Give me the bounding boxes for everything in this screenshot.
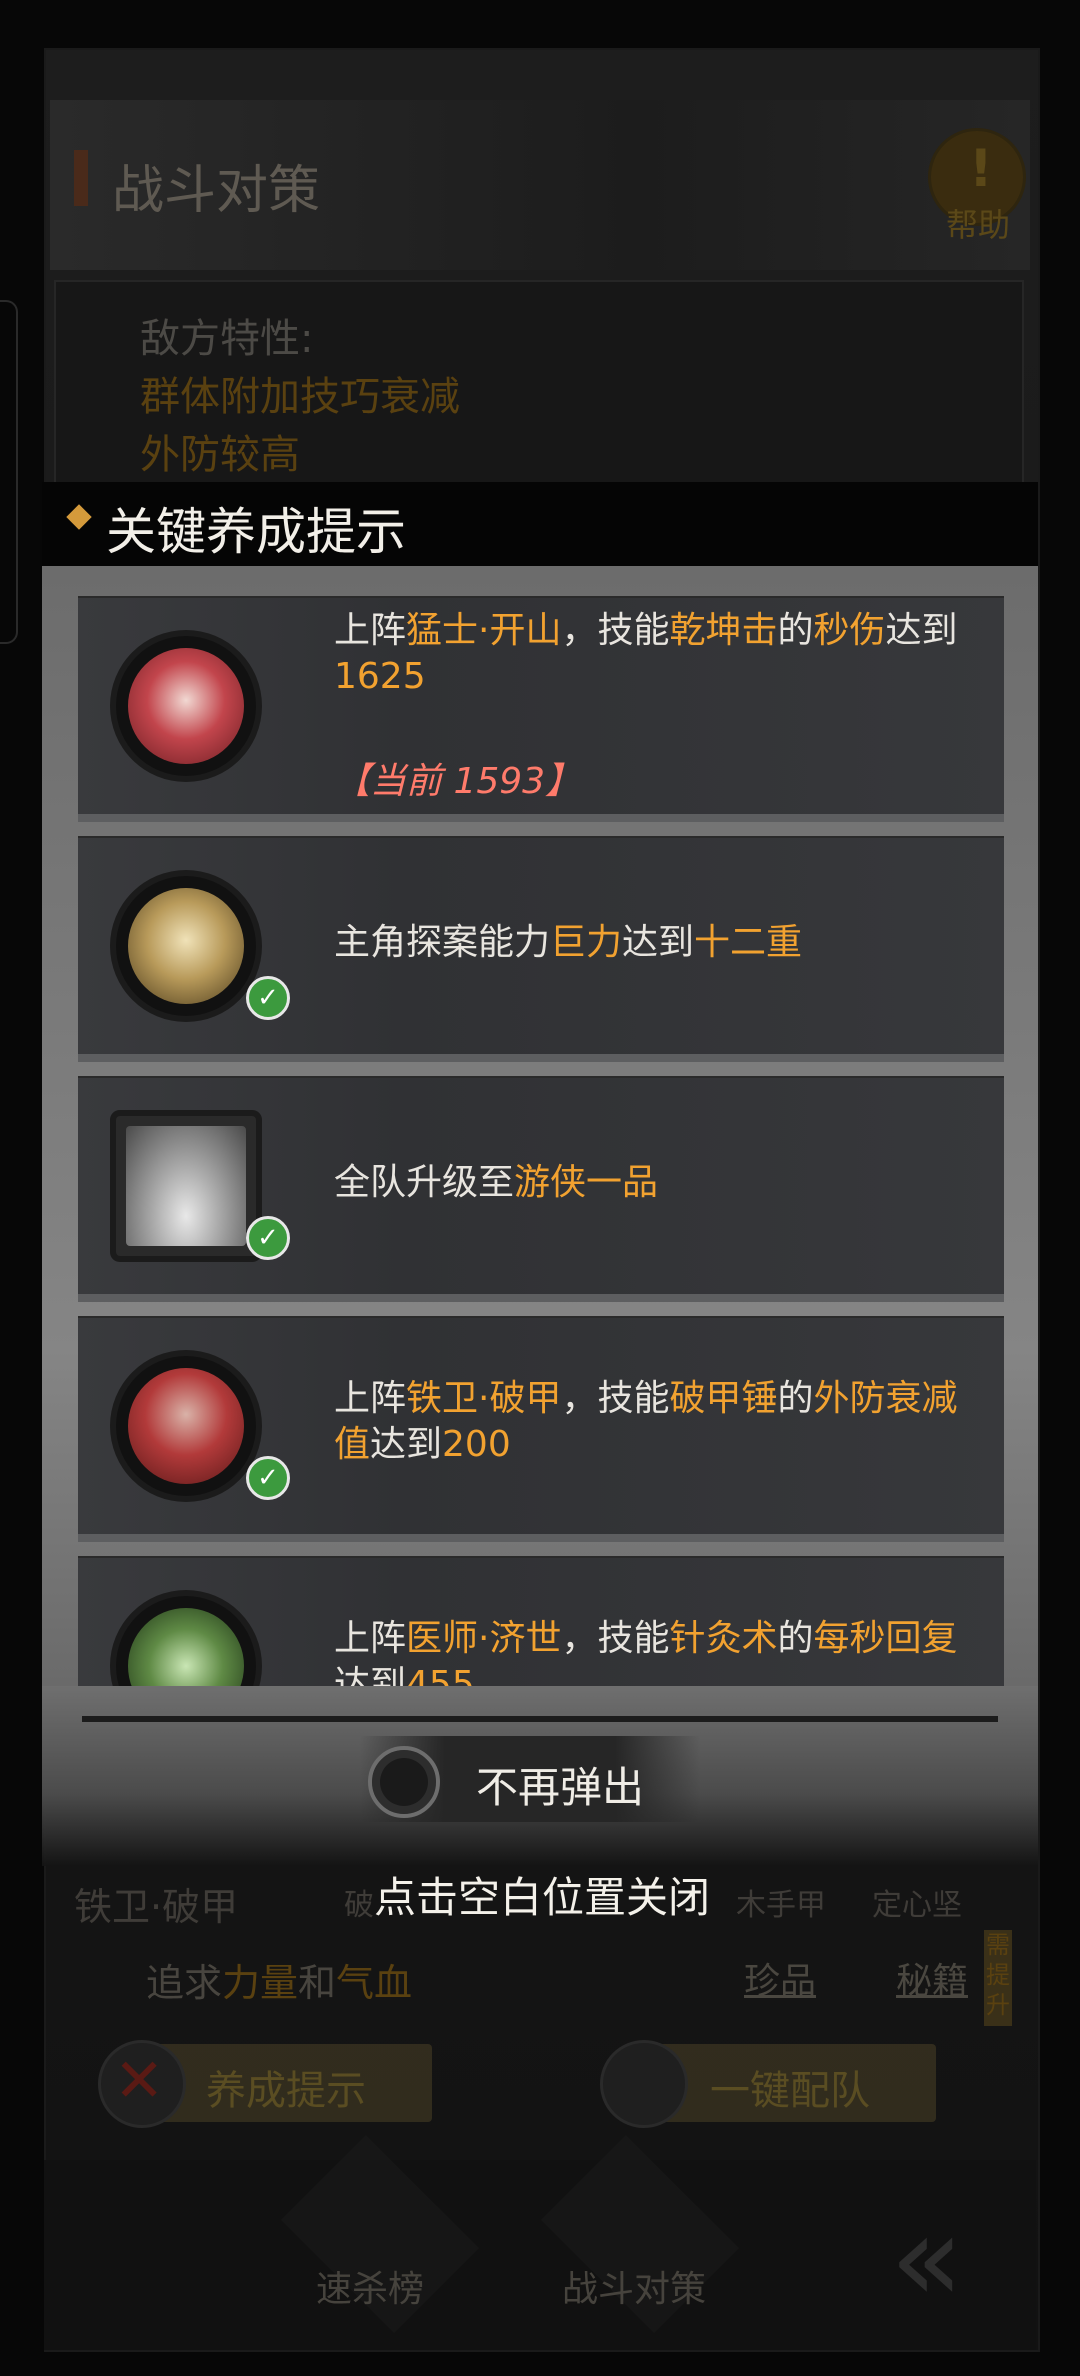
tip-highlight: 破甲锤 <box>669 1378 778 1419</box>
side-drawer-tab[interactable] <box>0 300 18 644</box>
tip-highlight: 十二重 <box>694 922 803 963</box>
check-icon: ✓ <box>246 976 290 1020</box>
check-icon: ✓ <box>246 1456 290 1500</box>
pursue-text: 追求 <box>146 1961 223 2005</box>
enemy-traits-title: 敌方特性: <box>140 316 314 362</box>
auto-team-label: 一键配队 <box>710 2068 870 2114</box>
tip-text: 主角探案能力巨力达到十二重 <box>334 920 974 966</box>
tip-plain: ，技能 <box>561 610 670 651</box>
tip-highlight: 秒伤 <box>813 610 886 651</box>
pursue-highlight: 气血 <box>336 1961 413 2005</box>
shield-icon <box>600 2040 688 2128</box>
tip-text: 上阵猛士·开山，技能乾坤击的秒伤达到 1625 <box>334 608 974 700</box>
bottom-nav <box>44 2160 1036 2350</box>
cultivation-hint-label: 养成提示 <box>206 2068 366 2114</box>
tip-plain: 上阵 <box>334 1378 407 1419</box>
tap-blank-to-close-hint: 点击空白位置关闭 <box>374 1873 711 1922</box>
equipment-label: 定心坚 <box>872 1888 962 1923</box>
tip-card[interactable]: ✓ 全队升级至游侠一品 <box>78 1076 1004 1302</box>
tip-highlight: 游侠一品 <box>514 1162 659 1203</box>
upgrade-tag: 需提升 <box>984 1930 1012 2026</box>
page-title: 战斗对策 <box>112 161 321 221</box>
pursue-text: 和 <box>298 1961 337 2005</box>
tip-text: 上阵医师·济世，技能针灸术的每秒回复 达到455 <box>334 1616 974 1692</box>
tip-highlight: 200 <box>442 1424 511 1465</box>
tip-plain: 的 <box>777 1618 814 1659</box>
tip-plain: 全队升级至 <box>334 1162 515 1203</box>
current-value: 【当前 1593】 <box>334 761 582 802</box>
tip-card[interactable]: ✓ 上阵铁卫·破甲，技能破甲锤的外防衰减值达到200 <box>78 1316 1004 1542</box>
enemy-trait: 群体附加技巧衰减 <box>140 374 460 420</box>
modal-title: 关键养成提示 <box>106 503 406 561</box>
tip-plain: ，技能 <box>561 1618 670 1659</box>
pursue-highlight: 力量 <box>222 1961 299 2005</box>
tip-text: 全队升级至游侠一品 <box>334 1160 974 1206</box>
treasure-link[interactable]: 珍品 <box>744 1952 816 2004</box>
tip-plain: ，技能 <box>561 1378 670 1419</box>
tip-plain: 上阵 <box>334 1618 407 1659</box>
secret-book-link[interactable]: 秘籍 <box>896 1952 968 2004</box>
tip-highlight: 1625 <box>334 656 426 697</box>
tip-highlight: 医师·济世 <box>406 1618 562 1659</box>
tip-highlight: 猛士·开山 <box>406 610 562 651</box>
tip-plain: 达到 <box>622 922 695 963</box>
tip-highlight: 巨力 <box>550 922 623 963</box>
warrior-kaishan-avatar <box>116 636 256 776</box>
nav-label: 战斗对策 <box>562 2269 707 2310</box>
tip-card[interactable]: 上阵医师·济世，技能针灸术的每秒回复 达到455 <box>78 1556 1004 1692</box>
tip-plain: 主角探案能力 <box>334 922 551 963</box>
dont-show-again-label: 不再弹出 <box>476 1763 645 1812</box>
tip-highlight: 针灸术 <box>669 1618 778 1659</box>
tip-plain: 达到 <box>370 1424 443 1465</box>
tip-highlight: 铁卫·破甲 <box>406 1378 562 1419</box>
tip-text: 上阵铁卫·破甲，技能破甲锤的外防衰减值达到200 <box>334 1376 974 1468</box>
tip-card[interactable]: 上阵猛士·开山，技能乾坤击的秒伤达到 1625 【当前 1593】 <box>78 596 1004 822</box>
tip-plain: 上阵 <box>334 610 407 651</box>
collapse-arrow-icon[interactable]: « <box>890 2190 963 2329</box>
tip-list[interactable]: 上阵猛士·开山，技能乾坤击的秒伤达到 1625 【当前 1593】 ✓ 主角探案能… <box>78 596 1004 1692</box>
tip-plain: 达到 <box>885 610 958 651</box>
nav-label: 速杀榜 <box>316 2269 425 2310</box>
exclamation-icon: ! <box>969 139 993 199</box>
healer-jishi-avatar <box>116 1596 256 1692</box>
fist-avatar <box>116 876 256 1016</box>
tip-plain: 的 <box>777 1378 814 1419</box>
team-silhouette-avatar <box>116 1116 256 1256</box>
equipment-label: 木手甲 <box>736 1888 826 1923</box>
check-icon: ✓ <box>246 1216 290 1260</box>
tip-plain: 的 <box>777 610 814 651</box>
radio-button[interactable] <box>368 1746 440 1818</box>
title-mark <box>74 150 88 206</box>
help-label: 帮助 <box>946 206 1011 244</box>
tip-highlight: 每秒回复 <box>813 1618 958 1659</box>
divider <box>82 1716 998 1722</box>
guard-pojia-avatar <box>116 1356 256 1496</box>
pursue-hint: 追求力量和气血 <box>146 1952 412 2007</box>
hero-label: 铁卫·破甲 <box>74 1885 239 1929</box>
hero-label: 破 <box>344 1888 374 1923</box>
tip-highlight: 乾坤击 <box>669 610 778 651</box>
x-icon: ✕ <box>114 2046 165 2116</box>
tip-card[interactable]: ✓ 主角探案能力巨力达到十二重 <box>78 836 1004 1062</box>
enemy-trait: 外防较高 <box>140 432 300 478</box>
